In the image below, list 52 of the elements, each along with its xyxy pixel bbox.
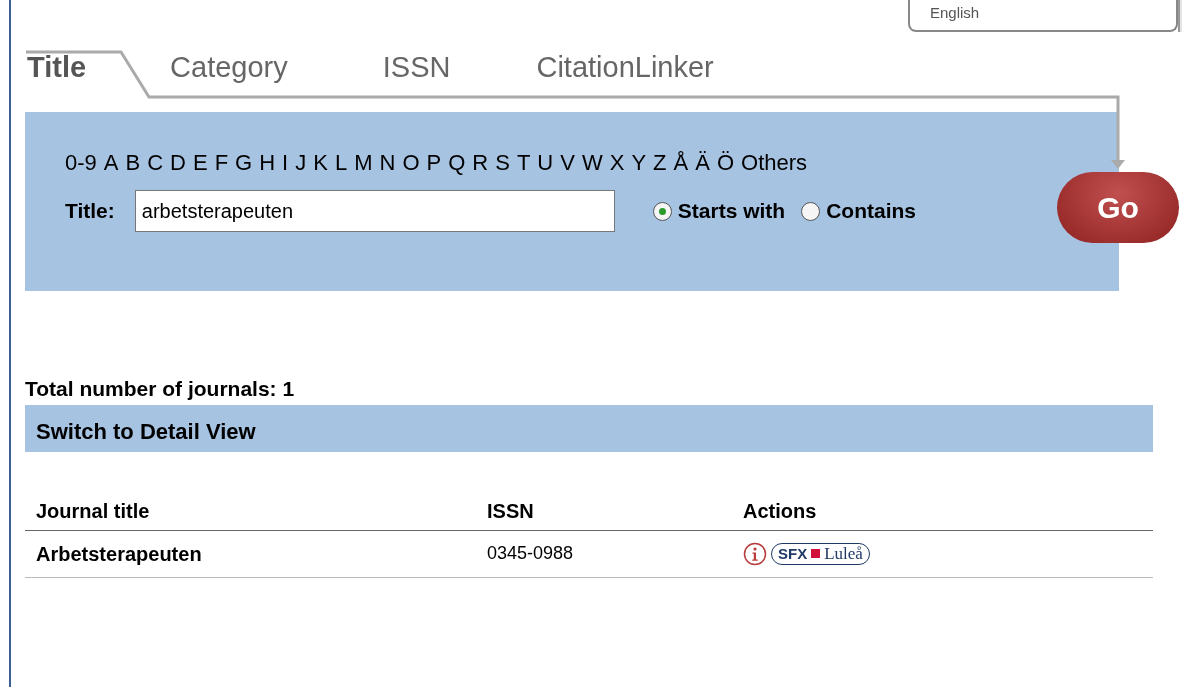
letter-link[interactable]: W bbox=[581, 152, 603, 174]
journal-title-cell: Arbetsterapeuten bbox=[25, 530, 476, 577]
title-label: Title: bbox=[65, 198, 115, 225]
total-count: Total number of journals: 1 bbox=[25, 376, 296, 402]
letter-link[interactable]: O bbox=[402, 152, 420, 174]
letter-link[interactable]: A bbox=[103, 152, 119, 174]
column-header: Journal title bbox=[25, 491, 476, 530]
tab[interactable]: Title bbox=[27, 52, 87, 84]
letter-link[interactable]: C bbox=[147, 152, 164, 174]
column-header: Actions bbox=[732, 491, 1153, 530]
letter-link[interactable]: Others bbox=[741, 152, 808, 174]
letter-link[interactable]: K bbox=[313, 152, 328, 174]
radio-button[interactable] bbox=[652, 201, 672, 221]
letter-link[interactable]: T bbox=[516, 152, 531, 174]
letter-link[interactable]: U bbox=[537, 152, 554, 174]
switch-view-link[interactable]: Switch to Detail View bbox=[25, 404, 1153, 452]
letter-link[interactable]: J bbox=[295, 152, 307, 174]
go-button[interactable]: Go bbox=[1057, 172, 1179, 243]
letter-link[interactable]: Ö bbox=[716, 152, 735, 174]
letter-link[interactable]: Q bbox=[448, 152, 466, 174]
letter-link[interactable]: D bbox=[170, 152, 186, 174]
title-input[interactable]: arbetsterapeuten bbox=[134, 190, 615, 232]
letter-link[interactable]: V bbox=[560, 152, 575, 174]
column-header: ISSN bbox=[476, 491, 732, 530]
letter-link[interactable]: P bbox=[426, 152, 442, 174]
letter-link[interactable]: X bbox=[609, 152, 625, 174]
tab[interactable]: Category bbox=[170, 52, 288, 84]
letter-link[interactable]: B bbox=[125, 152, 141, 174]
letter-link[interactable]: L bbox=[334, 152, 348, 174]
letter-link[interactable]: R bbox=[472, 152, 489, 174]
letter-link[interactable]: Y bbox=[631, 152, 647, 174]
letter-link[interactable]: E bbox=[192, 152, 208, 174]
letter-link[interactable]: F bbox=[214, 152, 229, 174]
radio-label: Starts with bbox=[677, 198, 786, 225]
tab[interactable]: CitationLinker bbox=[536, 52, 714, 84]
tab[interactable]: ISSN bbox=[382, 52, 451, 84]
letter-link[interactable]: S bbox=[495, 152, 510, 174]
letter-link[interactable]: Å bbox=[673, 152, 689, 174]
letter-link[interactable]: H bbox=[259, 152, 276, 174]
radio-button[interactable] bbox=[801, 201, 821, 221]
letter-link[interactable]: 0-9 bbox=[65, 152, 97, 174]
sfx-link[interactable]: SFX Luleå bbox=[771, 542, 870, 565]
letter-link[interactable]: M bbox=[354, 152, 373, 174]
letter-link[interactable]: G bbox=[235, 152, 253, 174]
letter-link[interactable]: I bbox=[282, 152, 289, 174]
letter-link[interactable]: N bbox=[379, 152, 396, 174]
info-icon[interactable] bbox=[743, 541, 767, 566]
letter-link[interactable]: Z bbox=[653, 152, 667, 174]
issn-cell: 0345-0988 bbox=[476, 530, 732, 577]
letter-link[interactable]: Ä bbox=[695, 152, 710, 174]
language-dropdown[interactable]: English bbox=[908, 0, 1178, 32]
radio-label: Contains bbox=[826, 198, 916, 225]
